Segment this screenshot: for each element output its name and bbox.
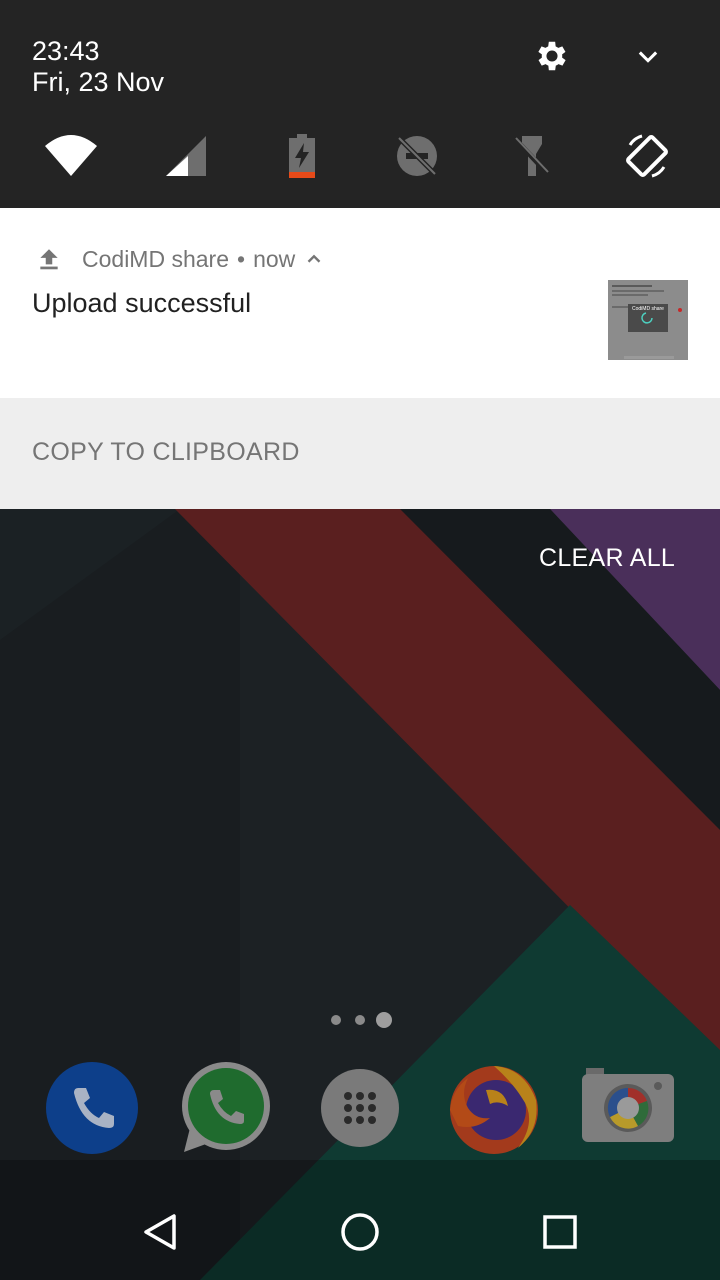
thumbnail-screenshot (608, 280, 688, 360)
notification-actions: COPY TO CLIPBOARD (0, 398, 720, 509)
quick-settings-panel: 23:43 Fri, 23 Nov (0, 0, 720, 208)
date: Fri, 23 Nov (32, 67, 165, 97)
back-triangle-icon (144, 1214, 176, 1250)
phone-icon (46, 1062, 138, 1154)
flashlight-off-icon (514, 136, 550, 176)
tile-flashlight[interactable] (504, 128, 560, 184)
tile-auto-rotate[interactable] (619, 128, 675, 184)
tile-cellular[interactable] (158, 128, 214, 184)
nav-back-button[interactable] (128, 1200, 192, 1264)
dock-firefox[interactable] (446, 1060, 542, 1156)
upload-icon (40, 249, 58, 270)
nav-recents-button[interactable] (528, 1200, 592, 1264)
dock-camera[interactable] (580, 1060, 676, 1156)
gear-icon (538, 41, 566, 71)
clear-all-button[interactable]: CLEAR ALL (539, 544, 675, 573)
chevron-down-icon (638, 51, 658, 63)
camera-icon (582, 1068, 674, 1142)
notification-header: CodiMD share • now (36, 244, 325, 274)
notification-title: Upload successful (32, 288, 252, 318)
tile-do-not-disturb[interactable] (389, 128, 445, 184)
notification-separator: • (237, 245, 246, 272)
do-not-disturb-off-icon (397, 136, 437, 176)
copy-to-clipboard-button[interactable]: COPY TO CLIPBOARD (32, 438, 300, 467)
dock-whatsapp[interactable] (178, 1060, 274, 1156)
battery-charging-icon (289, 134, 315, 178)
auto-rotate-icon (626, 134, 668, 178)
page-dot (355, 1015, 365, 1025)
notification-thumbnail: CodiMD share (608, 280, 688, 360)
tile-battery[interactable] (274, 128, 330, 184)
tile-wifi[interactable] (43, 128, 99, 184)
cellular-signal-icon (166, 136, 206, 176)
notification-app-name: CodiMD share (82, 245, 229, 272)
dock-app-drawer[interactable] (312, 1060, 408, 1156)
home-circle-icon (341, 1213, 379, 1251)
notification-time: now (253, 245, 296, 272)
dock-phone[interactable] (44, 1060, 140, 1156)
page-indicator (331, 1012, 392, 1028)
firefox-icon (450, 1066, 538, 1154)
page-dot (331, 1015, 341, 1025)
whatsapp-icon (182, 1062, 270, 1152)
page-dot-active (376, 1012, 392, 1028)
settings-button[interactable] (528, 32, 576, 80)
thumbnail-app-label: CodiMD share (632, 306, 664, 312)
wifi-icon (45, 135, 97, 176)
nav-home-button[interactable] (328, 1200, 392, 1264)
clock-time: 23:43 (32, 36, 100, 66)
recents-square-icon (543, 1215, 577, 1249)
notification-card[interactable]: CodiMD share • now Upload successful Cod… (0, 208, 720, 398)
expand-button[interactable] (624, 32, 672, 80)
chevron-up-icon[interactable] (303, 248, 325, 270)
app-drawer-icon (321, 1069, 399, 1147)
